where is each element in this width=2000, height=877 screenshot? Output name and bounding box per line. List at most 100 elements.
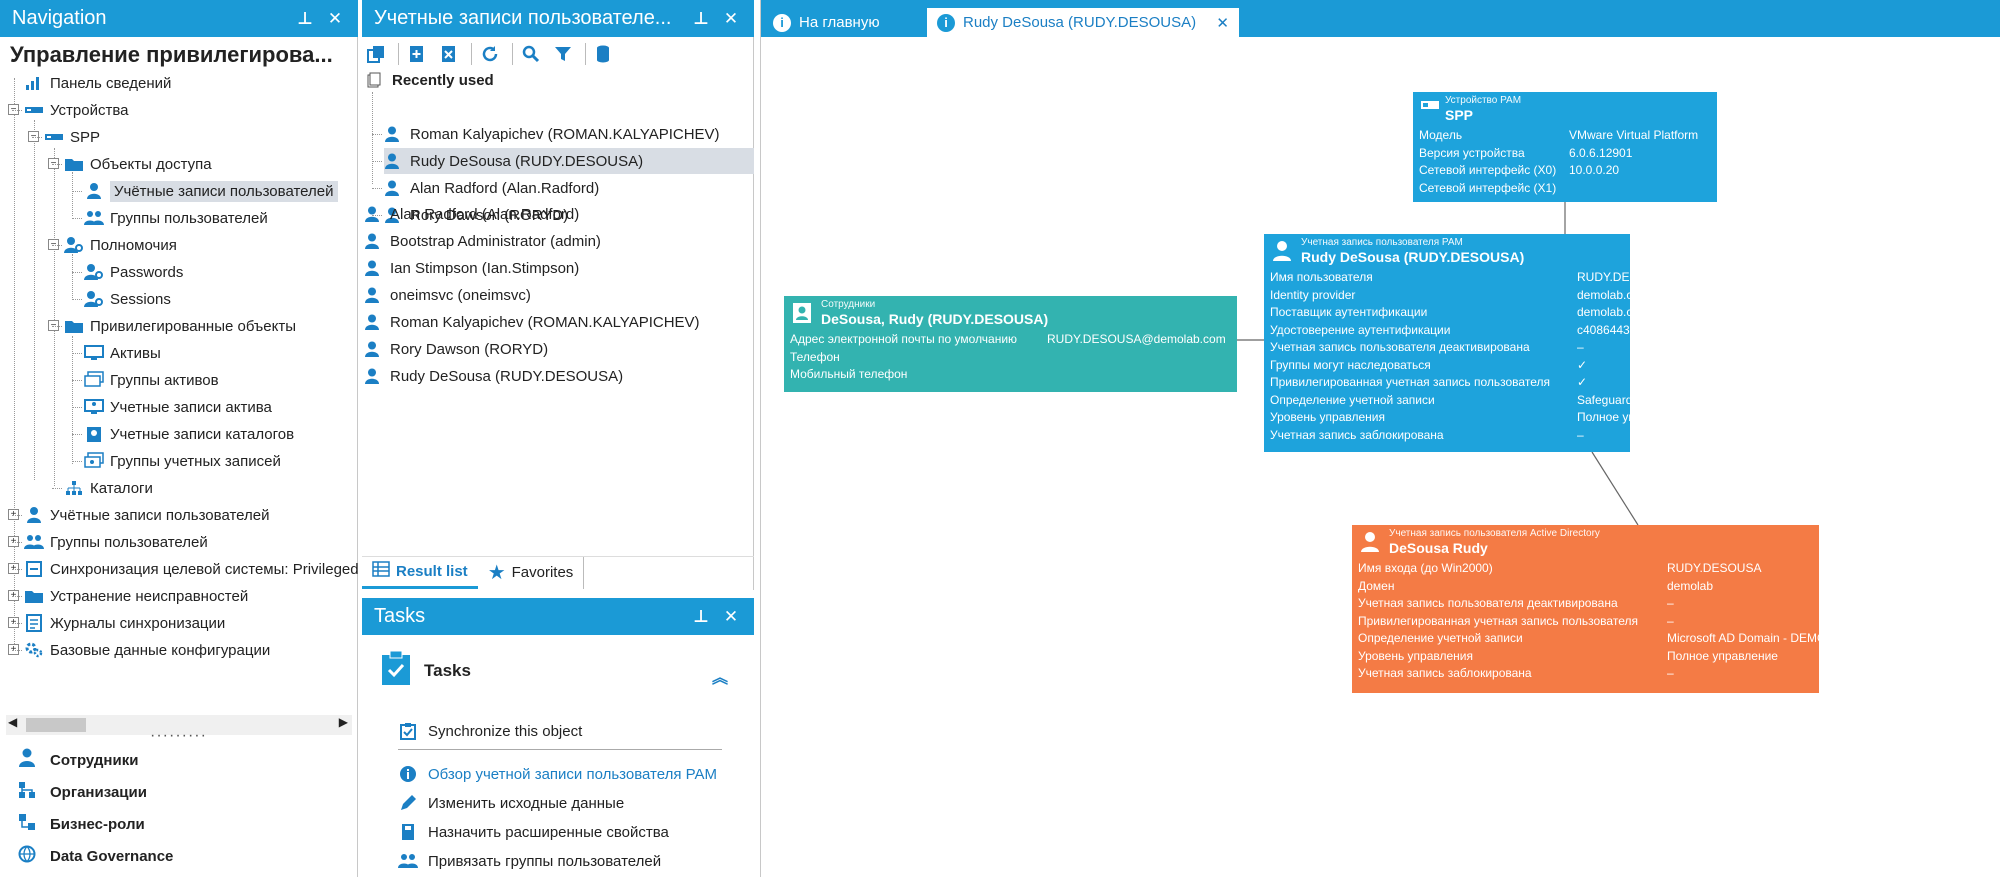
- filter-icon[interactable]: [549, 41, 577, 67]
- card-row-key: Удостоверение аутентификации: [1270, 322, 1451, 337]
- tree-item-13[interactable]: Учетные записи каталогов: [84, 421, 294, 447]
- recent-item[interactable]: Rudy DeSousa (RUDY.DESOUSA): [384, 148, 754, 174]
- collapse-icon[interactable]: ︽: [712, 664, 728, 688]
- tree-item-3[interactable]: Объекты доступа: [64, 151, 212, 177]
- refresh-icon[interactable]: [476, 41, 504, 67]
- recent-item[interactable]: Alan Radford (Alan.Radford): [384, 175, 599, 201]
- task-item[interactable]: Обзор учетной записи пользователя PAM: [398, 761, 717, 787]
- search-icon[interactable]: [517, 41, 545, 67]
- pin-icon[interactable]: ⊥: [294, 9, 316, 29]
- list-item[interactable]: Rudy DeSousa (RUDY.DESOUSA): [364, 363, 623, 389]
- tree-item-8[interactable]: Sessions: [84, 286, 171, 312]
- tree-item-label: Устранение неисправностей: [50, 587, 249, 605]
- tree-item-11[interactable]: Группы активов: [84, 367, 219, 393]
- task-item[interactable]: Изменить исходные данные: [398, 790, 624, 816]
- recently-used-group[interactable]: Recently used: [366, 67, 494, 93]
- bottom-nav-item-1[interactable]: Организации: [16, 778, 147, 806]
- tree-line: [72, 272, 82, 273]
- tree-item-19[interactable]: Устранение неисправностей: [24, 583, 248, 609]
- tree-item-0[interactable]: Панель сведений: [24, 70, 171, 96]
- device-card[interactable]: Устройство PAM SPP Модель VMware Virtual …: [1413, 92, 1717, 202]
- add-icon[interactable]: [403, 41, 431, 67]
- card-row-key: Определение учетной записи: [1270, 392, 1435, 407]
- nav-section-title: Управление привилегирова...: [10, 42, 333, 67]
- recent-item-label: Alan Radford (Alan.Radford): [410, 179, 600, 197]
- tree-item-label: Синхронизация целевой системы: Privilege…: [50, 560, 359, 578]
- main-area: i На главную i Rudy DeSousa (RUDY.DESOUS…: [760, 0, 2000, 877]
- scroll-left-icon[interactable]: ◀: [8, 715, 17, 729]
- tree-item-14[interactable]: Группы учетных записей: [84, 448, 281, 474]
- tree-item-10[interactable]: Активы: [84, 340, 161, 366]
- list-item[interactable]: Alan Radford (Alan.Radford): [364, 201, 579, 227]
- config-icon: [24, 641, 44, 659]
- monitor-icon: [84, 344, 104, 362]
- tree-item-7[interactable]: Passwords: [84, 259, 183, 285]
- tree-item-1[interactable]: Устройства: [24, 97, 128, 123]
- close-icon[interactable]: ✕: [720, 607, 742, 627]
- tree-line: [32, 137, 42, 138]
- employee-card[interactable]: Сотрудники DeSousa, Rudy (RUDY.DESOUSA) …: [784, 296, 1237, 392]
- tree-item-18[interactable]: Синхронизация целевой системы: Privilege…: [24, 556, 359, 582]
- card-row-key: Адрес электронной почты по умолчанию: [790, 332, 1018, 346]
- task-item[interactable]: Synchronize this object: [398, 718, 582, 744]
- tree-item-2[interactable]: SPP: [44, 124, 100, 150]
- bottom-nav-item-3[interactable]: Data Governance: [16, 842, 173, 870]
- task-item[interactable]: Привязать группы пользователей: [398, 848, 661, 874]
- tab-result-list[interactable]: Result list: [362, 557, 478, 589]
- close-icon[interactable]: ✕: [720, 9, 742, 29]
- tree-item-label: Учётные записи пользователей: [110, 180, 338, 202]
- tree-item-5[interactable]: Группы пользователей: [84, 205, 268, 231]
- tree-item-17[interactable]: Группы пользователей: [24, 529, 208, 555]
- close-icon[interactable]: ✕: [324, 9, 346, 29]
- tree-item-21[interactable]: Базовые данные конфигурации: [24, 637, 270, 663]
- tree-item-16[interactable]: Учётные записи пользователей: [24, 502, 270, 528]
- tree-line: [12, 623, 22, 624]
- bottom-nav-item-2[interactable]: Бизнес-роли: [16, 810, 145, 838]
- scrollbar-thumb[interactable]: [26, 718, 86, 732]
- tree-line: [12, 596, 22, 597]
- ad-account-card[interactable]: Учетная запись пользователя Active Direc…: [1352, 525, 1937, 693]
- pam-account-card[interactable]: Учетная запись пользователя PAM Rudy DeS…: [1264, 234, 1847, 452]
- tree-item-9[interactable]: Привилегированные объекты: [64, 313, 296, 339]
- delete-icon[interactable]: [435, 41, 463, 67]
- card-row: Привилегированная учетная запись пользов…: [1358, 614, 1813, 632]
- list-item[interactable]: Rory Dawson (RORYD): [364, 336, 548, 362]
- card-row-value: 10.0.0.20: [1569, 163, 1620, 177]
- list-item[interactable]: Roman Kalyapichev (ROMAN.KALYAPICHEV): [364, 309, 700, 335]
- recent-item[interactable]: Roman Kalyapichev (ROMAN.KALYAPICHEV): [384, 121, 720, 147]
- edit-icon: [398, 794, 418, 812]
- card-row-value: ✓: [1577, 357, 1588, 372]
- user-icon: [1272, 240, 1292, 262]
- tree-item-12[interactable]: Учетные записи актива: [84, 394, 272, 420]
- scroll-right-icon[interactable]: ▶: [339, 715, 348, 729]
- tree-item-15[interactable]: Каталоги: [64, 475, 153, 501]
- permission-icon: [84, 263, 104, 281]
- bottom-nav-item-0[interactable]: Сотрудники: [16, 746, 138, 774]
- card-row-key: Телефон: [790, 349, 840, 364]
- user-icon: [364, 368, 380, 384]
- list-item[interactable]: Bootstrap Administrator (admin): [364, 228, 601, 254]
- tab-favorites[interactable]: ★ Favorites: [478, 556, 585, 589]
- pam-card-subtitle: Учетная запись пользователя PAM: [1301, 237, 1463, 248]
- tree-item-20[interactable]: Журналы синхронизации: [24, 610, 225, 636]
- tree-item-4[interactable]: Учётные записи пользователей: [84, 178, 338, 204]
- list-item[interactable]: Ian Stimpson (Ian.Stimpson): [364, 255, 579, 281]
- tasks-section-header[interactable]: Tasks: [380, 650, 471, 691]
- list-item[interactable]: oneimsvc (oneimsvc): [364, 282, 531, 308]
- pin-icon[interactable]: ⊥: [690, 9, 712, 29]
- splitter-grip[interactable]: ·········: [150, 727, 207, 745]
- pin-icon[interactable]: ⊥: [690, 607, 712, 627]
- card-row: Уровень управления Полное управление: [1358, 649, 1813, 667]
- tree-item-6[interactable]: Полномочия: [64, 232, 177, 258]
- database-icon[interactable]: [590, 41, 618, 67]
- list-toolbar: [362, 40, 622, 68]
- device-icon: [24, 101, 44, 119]
- task-item[interactable]: Назначить расширенные свойства: [398, 819, 669, 845]
- copy-icon[interactable]: [362, 41, 390, 67]
- list-item-label: Rudy DeSousa (RUDY.DESOUSA): [390, 367, 624, 385]
- tree-item-label: Группы учетных записей: [110, 452, 281, 470]
- card-row: Уровень управления Полное управление: [1270, 410, 1688, 428]
- card-row-key: Определение учетной записи: [1358, 631, 1523, 645]
- tree-line: [72, 191, 82, 192]
- task-label: Привязать группы пользователей: [428, 852, 662, 870]
